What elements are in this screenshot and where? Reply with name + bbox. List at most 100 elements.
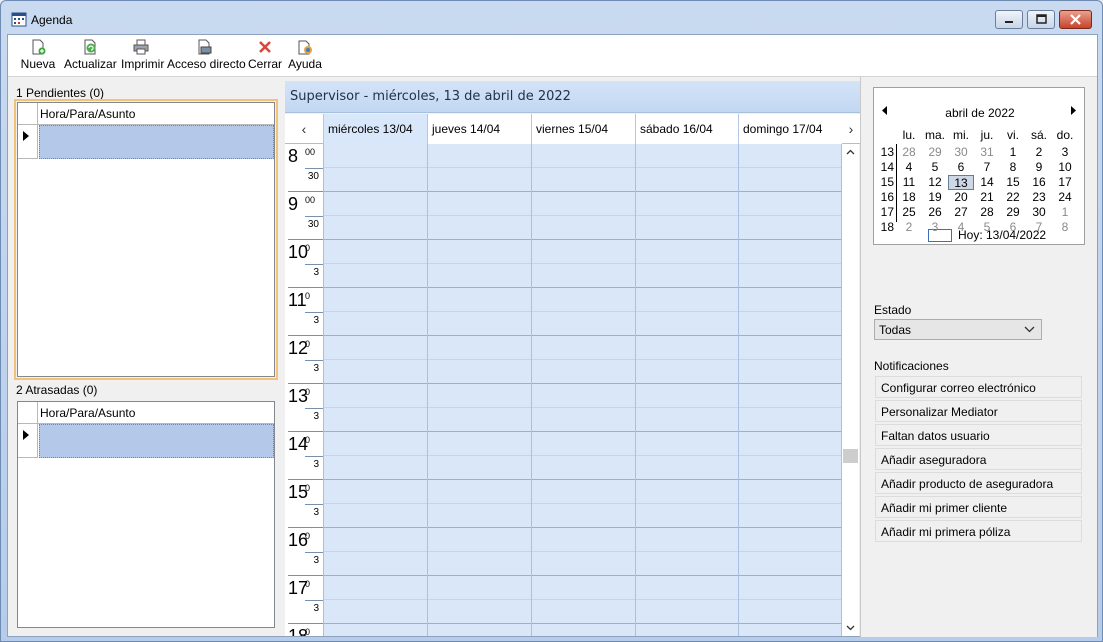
mini-cal-day[interactable]: 5 [922,160,948,175]
table-cell[interactable] [39,125,274,159]
day-header-2[interactable]: viernes 15/04 [531,114,635,144]
mini-cal-day[interactable]: 28 [896,145,922,160]
scroll-thumb[interactable] [843,449,858,463]
half-hour-label: 3 [313,411,319,422]
mini-cal-day[interactable]: 12 [922,175,948,190]
mini-cal-day[interactable]: 17 [1052,175,1078,190]
mini-cal-day[interactable]: 11 [896,175,922,190]
mini-cal-day[interactable]: 4 [948,220,974,235]
notif-primera-poliza[interactable]: Añadir mi primera póliza [875,520,1082,542]
shortcut-icon [198,39,212,55]
minimize-button[interactable] [995,10,1023,29]
mini-cal-day[interactable]: 1 [1052,205,1078,220]
mini-cal-day[interactable]: 4 [896,160,922,175]
weekday-header: ma. [924,128,945,142]
mini-cal-day[interactable]: 7 [974,160,1000,175]
notif-primer-cliente[interactable]: Añadir mi primer cliente [875,496,1082,518]
mini-cal-day[interactable]: 6 [1000,220,1026,235]
half-hour-label: 3 [313,459,319,470]
pendientes-grid[interactable]: Hora/Para/Asunto [14,99,278,380]
mini-cal-day[interactable]: 8 [1000,160,1026,175]
day-header-label: viernes 15/04 [536,122,609,136]
print-button[interactable]: Imprimir [121,39,164,73]
table-row[interactable] [18,424,274,458]
scroll-down-button[interactable] [842,619,859,636]
mini-cal-day[interactable]: 20 [948,190,974,205]
mini-cal-day[interactable]: 8 [1052,220,1078,235]
help-label: Ayuda [288,57,322,71]
day-header-label: domingo 17/04 [743,122,823,136]
day-header-0[interactable]: miércoles 13/04 [323,114,427,144]
notif-personalizar[interactable]: Personalizar Mediator [875,400,1082,422]
mini-cal-day[interactable]: 22 [1000,190,1026,205]
day-column-divider [427,144,428,636]
close-window-button[interactable] [1059,10,1092,29]
notif-configurar-correo[interactable]: Configurar correo electrónico [875,376,1082,398]
row-selector[interactable] [18,424,38,458]
shortcut-button[interactable]: Acceso directo [167,39,246,73]
half-hour-divider [305,168,323,169]
mini-cal-day[interactable]: 30 [948,145,974,160]
mini-cal-day[interactable]: 16 [1026,175,1052,190]
mini-cal-day[interactable]: 13 [948,175,974,190]
close-button[interactable]: Cerrar [248,39,282,73]
notif-anadir-aseguradora[interactable]: Añadir aseguradora [875,448,1082,470]
mini-cal-day[interactable]: 10 [1052,160,1078,175]
mini-cal-day[interactable]: 14 [974,175,1000,190]
title-bar[interactable]: Agenda [1,1,1102,33]
prev-days-button[interactable]: ‹ [285,114,323,144]
mini-cal-day[interactable]: 26 [922,205,948,220]
mini-cal-day[interactable]: 31 [974,145,1000,160]
pendientes-column-header[interactable]: Hora/Para/Asunto [40,107,135,121]
mini-cal-day[interactable]: 30 [1026,205,1052,220]
mini-cal-day[interactable]: 18 [896,190,922,205]
maximize-button[interactable] [1027,10,1055,29]
refresh-button[interactable]: Actualizar [64,39,117,73]
vertical-scrollbar[interactable] [842,144,859,636]
next-days-button[interactable]: › [842,114,860,144]
mini-calendar[interactable]: abril de 2022 Hoy: 13/04/2022 lu. ma. mi. j… [873,87,1085,245]
help-button[interactable]: Ayuda [288,39,322,73]
mini-cal-day[interactable]: 9 [1026,160,1052,175]
notif-anadir-producto[interactable]: Añadir producto de aseguradora [875,472,1082,494]
mini-cal-day[interactable]: 29 [922,145,948,160]
chevron-left-icon: ‹ [301,121,307,137]
mini-cal-day[interactable]: 6 [948,160,974,175]
weekday-header: vi. [1007,128,1019,142]
mini-cal-day[interactable]: 19 [922,190,948,205]
day-header-4[interactable]: domingo 17/04 [738,114,842,144]
mini-cal-day[interactable]: 7 [1026,220,1052,235]
estado-select[interactable]: Todas [874,319,1042,340]
mini-cal-day[interactable]: 5 [974,220,1000,235]
row-selector[interactable] [18,125,38,159]
day-header-3[interactable]: sábado 16/04 [635,114,739,144]
mini-cal-day[interactable]: 24 [1052,190,1078,205]
day-column-divider [323,144,324,636]
mini-cal-day[interactable]: 15 [1000,175,1026,190]
atrasadas-column-header[interactable]: Hora/Para/Asunto [40,406,135,420]
mini-cal-day[interactable]: 3 [922,220,948,235]
mini-cal-day[interactable]: 3 [1052,145,1078,160]
hour-block: 13 0 3 [285,384,323,432]
time-slot-grid[interactable] [323,144,842,636]
mini-cal-day[interactable]: 25 [896,205,922,220]
day-header-1[interactable]: jueves 14/04 [427,114,531,144]
table-row[interactable] [18,125,274,159]
notif-faltan-datos[interactable]: Faltan datos usuario [875,424,1082,446]
mini-cal-day[interactable]: 29 [1000,205,1026,220]
mini-cal-day[interactable]: 21 [974,190,1000,205]
mini-cal-day[interactable]: 1 [1000,145,1026,160]
new-document-icon [32,39,46,55]
mini-cal-day[interactable]: 2 [1026,145,1052,160]
new-button[interactable]: Nueva [20,39,56,73]
mini-cal-day[interactable]: 27 [948,205,974,220]
weekday-header: ju. [980,128,994,142]
mini-cal-day[interactable]: 2 [896,220,922,235]
mini-cal-next-button[interactable] [1070,106,1076,117]
hour-block: 15 0 3 [285,480,323,528]
mini-cal-day[interactable]: 23 [1026,190,1052,205]
atrasadas-grid[interactable]: Hora/Para/Asunto [17,401,275,628]
mini-cal-day[interactable]: 28 [974,205,1000,220]
scroll-up-button[interactable] [842,144,859,161]
table-cell[interactable] [39,424,274,458]
